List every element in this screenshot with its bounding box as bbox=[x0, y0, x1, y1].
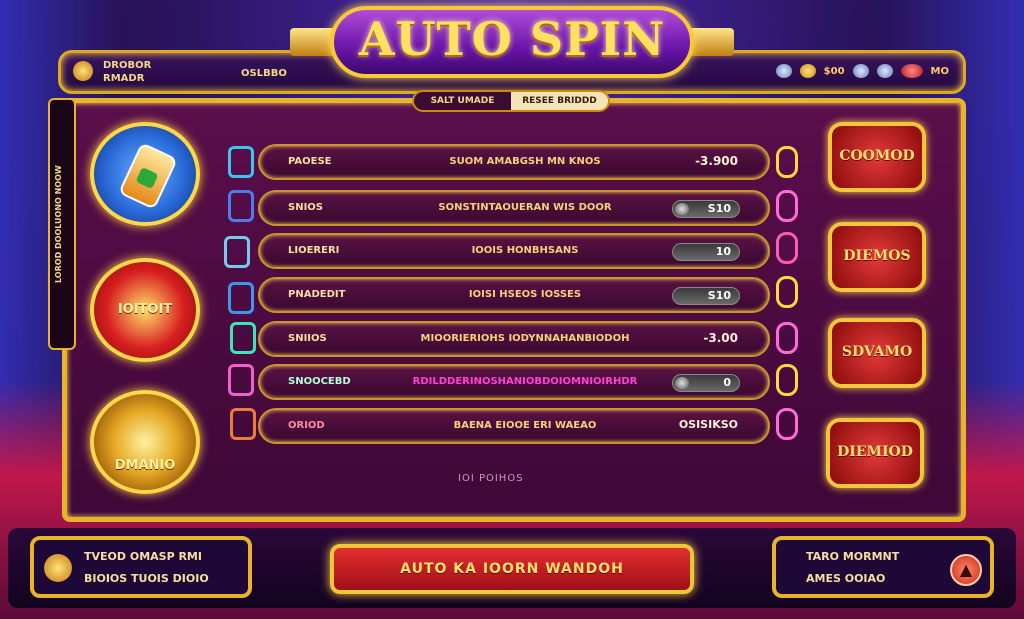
medallion-third[interactable]: DMANIO bbox=[90, 390, 200, 494]
neon-glyph-icon bbox=[776, 146, 798, 178]
reward-card-label: DIEMIOD bbox=[837, 444, 913, 460]
side-strip: LOROD DOOLUONO NOOW bbox=[48, 98, 76, 350]
row-description: IOOIS HONBHSANS bbox=[471, 245, 579, 256]
silver-chip-icon[interactable] bbox=[775, 64, 792, 78]
panel-tabs: SALT UMADE RESEE BRIDDD bbox=[412, 90, 610, 112]
row-label: SNOOCEBD bbox=[288, 376, 351, 387]
arrow-up-icon[interactable]: ▲ bbox=[950, 554, 982, 586]
reward-card-label: SDVAMO bbox=[841, 344, 913, 360]
neon-glyph-icon bbox=[230, 322, 256, 354]
toggle-knob[interactable] bbox=[675, 377, 689, 389]
tab-second[interactable]: RESEE BRIDDD bbox=[511, 92, 608, 110]
row-toggle[interactable]: 0 bbox=[672, 374, 740, 392]
row-toggle[interactable]: S10 bbox=[672, 200, 740, 218]
currency-chips: $00 MO bbox=[775, 64, 949, 78]
setting-row[interactable]: PNADEDIT IOISI HSEOS IOSSES S10 bbox=[258, 277, 770, 313]
left-info-line2: BIOIOS TUOIS DIOIO bbox=[84, 572, 209, 585]
row-description: SONSTINTAOUERAN WIS DOOR bbox=[438, 202, 612, 213]
row-description: RDILDDERINOSHANIOBDOIOMNIOIRHDR bbox=[412, 376, 638, 387]
medallion-third-label: DMANIO bbox=[114, 458, 176, 473]
row-description: BAENA EIOOE ERI WAEAO bbox=[453, 420, 597, 431]
toggle-value: 10 bbox=[715, 245, 731, 258]
page-title-banner: AUTO SPIN bbox=[330, 6, 694, 78]
footer-note: IOI POIHOS bbox=[458, 473, 524, 484]
row-value: OSISIKSO bbox=[678, 418, 738, 431]
neon-glyph-icon bbox=[228, 146, 254, 178]
chip-amount: $00 bbox=[823, 65, 845, 77]
row-value: -3.00 bbox=[703, 331, 738, 345]
setting-row[interactable]: SNIIOS MIOORIERIOHS IODYNNAHANBIODOH -3.… bbox=[258, 321, 770, 357]
toggle-value: S10 bbox=[707, 202, 731, 215]
neon-glyph-icon bbox=[224, 236, 250, 268]
setting-row[interactable]: PAOESE SUOM AMABGSH MN KNOS -3.900 bbox=[258, 144, 770, 180]
row-label: PAOESE bbox=[288, 156, 332, 167]
left-info-box: TVEOD OMASP RMI BIOIOS TUOIS DIOIO bbox=[30, 536, 252, 598]
neon-glyph-icon bbox=[228, 364, 254, 396]
reward-card[interactable]: DIEMOS bbox=[828, 222, 926, 292]
blue-gem-icon[interactable] bbox=[876, 64, 893, 78]
row-label: SNIOS bbox=[288, 202, 323, 213]
right-info-box: TARO MORMNT AMES OOIAO ▲ bbox=[772, 536, 994, 598]
page-title: AUTO SPIN bbox=[358, 12, 666, 66]
toggle-value: S10 bbox=[707, 289, 731, 302]
coin-icon bbox=[73, 61, 93, 81]
neon-glyph-icon bbox=[776, 276, 798, 308]
tab-first[interactable]: SALT UMADE bbox=[414, 92, 511, 110]
gold-chip-icon[interactable] bbox=[799, 64, 816, 78]
row-toggle[interactable]: S10 bbox=[672, 287, 740, 305]
medallion-second[interactable]: IOITOIT bbox=[90, 258, 200, 362]
row-label: SNIIOS bbox=[288, 333, 327, 344]
neon-glyph-icon bbox=[776, 364, 798, 396]
reward-card[interactable]: SDVAMO bbox=[828, 318, 926, 388]
row-description: SUOM AMABGSH MN KNOS bbox=[449, 156, 601, 167]
neon-glyph-icon bbox=[776, 190, 798, 222]
row-description: MIOORIERIOHS IODYNNAHANBIODOH bbox=[420, 333, 630, 344]
reward-card-label: DIEMOS bbox=[843, 248, 911, 264]
setting-row[interactable]: ORIOD BAENA EIOOE ERI WAEAO OSISIKSO bbox=[258, 408, 770, 444]
neon-glyph-icon bbox=[776, 232, 798, 264]
auto-spin-button[interactable]: AUTO KA IOORN WANDOH bbox=[330, 544, 694, 594]
row-description: IOISI HSEOS IOSSES bbox=[468, 289, 582, 300]
reward-card[interactable]: DIEMIOD bbox=[826, 418, 924, 488]
medallion-bonus-item[interactable] bbox=[90, 122, 200, 226]
player-rank: RMADR bbox=[103, 73, 145, 84]
player-name: DROBOR bbox=[103, 60, 152, 71]
left-info-line1: TVEOD OMASP RMI bbox=[84, 550, 202, 563]
neon-glyph-icon bbox=[228, 282, 254, 314]
neon-glyph-icon bbox=[230, 408, 256, 440]
right-info-line2: AMES OOIAO bbox=[806, 572, 886, 585]
row-label: PNADEDIT bbox=[288, 289, 346, 300]
setting-row[interactable]: LIOERERI IOOIS HONBHSANS 10 bbox=[258, 233, 770, 269]
ruby-amount: MO bbox=[930, 65, 949, 77]
ruby-icon[interactable] bbox=[900, 64, 923, 78]
reward-card-label: COOMOD bbox=[839, 148, 915, 164]
side-strip-text: LOROD DOOLUONO NOOW bbox=[54, 165, 63, 283]
setting-row[interactable]: SNIOS SONSTINTAOUERAN WIS DOOR S10 bbox=[258, 190, 770, 226]
neon-glyph-icon bbox=[776, 408, 798, 440]
neon-glyph-icon bbox=[776, 322, 798, 354]
toggle-value: 0 bbox=[723, 376, 731, 389]
neon-glyph-icon bbox=[228, 190, 254, 222]
player-info: DROBOR RMADR bbox=[73, 59, 152, 85]
row-toggle[interactable]: 10 bbox=[672, 243, 740, 261]
row-value: -3.900 bbox=[695, 154, 738, 168]
row-label: ORIOD bbox=[288, 420, 325, 431]
setting-row[interactable]: SNOOCEBD RDILDDERINOSHANIOBDOIOMNIOIRHDR… bbox=[258, 364, 770, 400]
coin-icon bbox=[44, 554, 72, 582]
gem-icon[interactable] bbox=[852, 64, 869, 78]
auto-spin-button-label: AUTO KA IOORN WANDOH bbox=[400, 561, 624, 577]
right-info-line1: TARO MORMNT bbox=[806, 550, 900, 563]
toggle-knob[interactable] bbox=[675, 203, 689, 215]
row-label: LIOERERI bbox=[288, 245, 340, 256]
medallion-second-label: IOITOIT bbox=[117, 302, 173, 317]
reward-card[interactable]: COOMOD bbox=[828, 122, 926, 192]
balance-display: OSLBBO bbox=[241, 68, 287, 79]
